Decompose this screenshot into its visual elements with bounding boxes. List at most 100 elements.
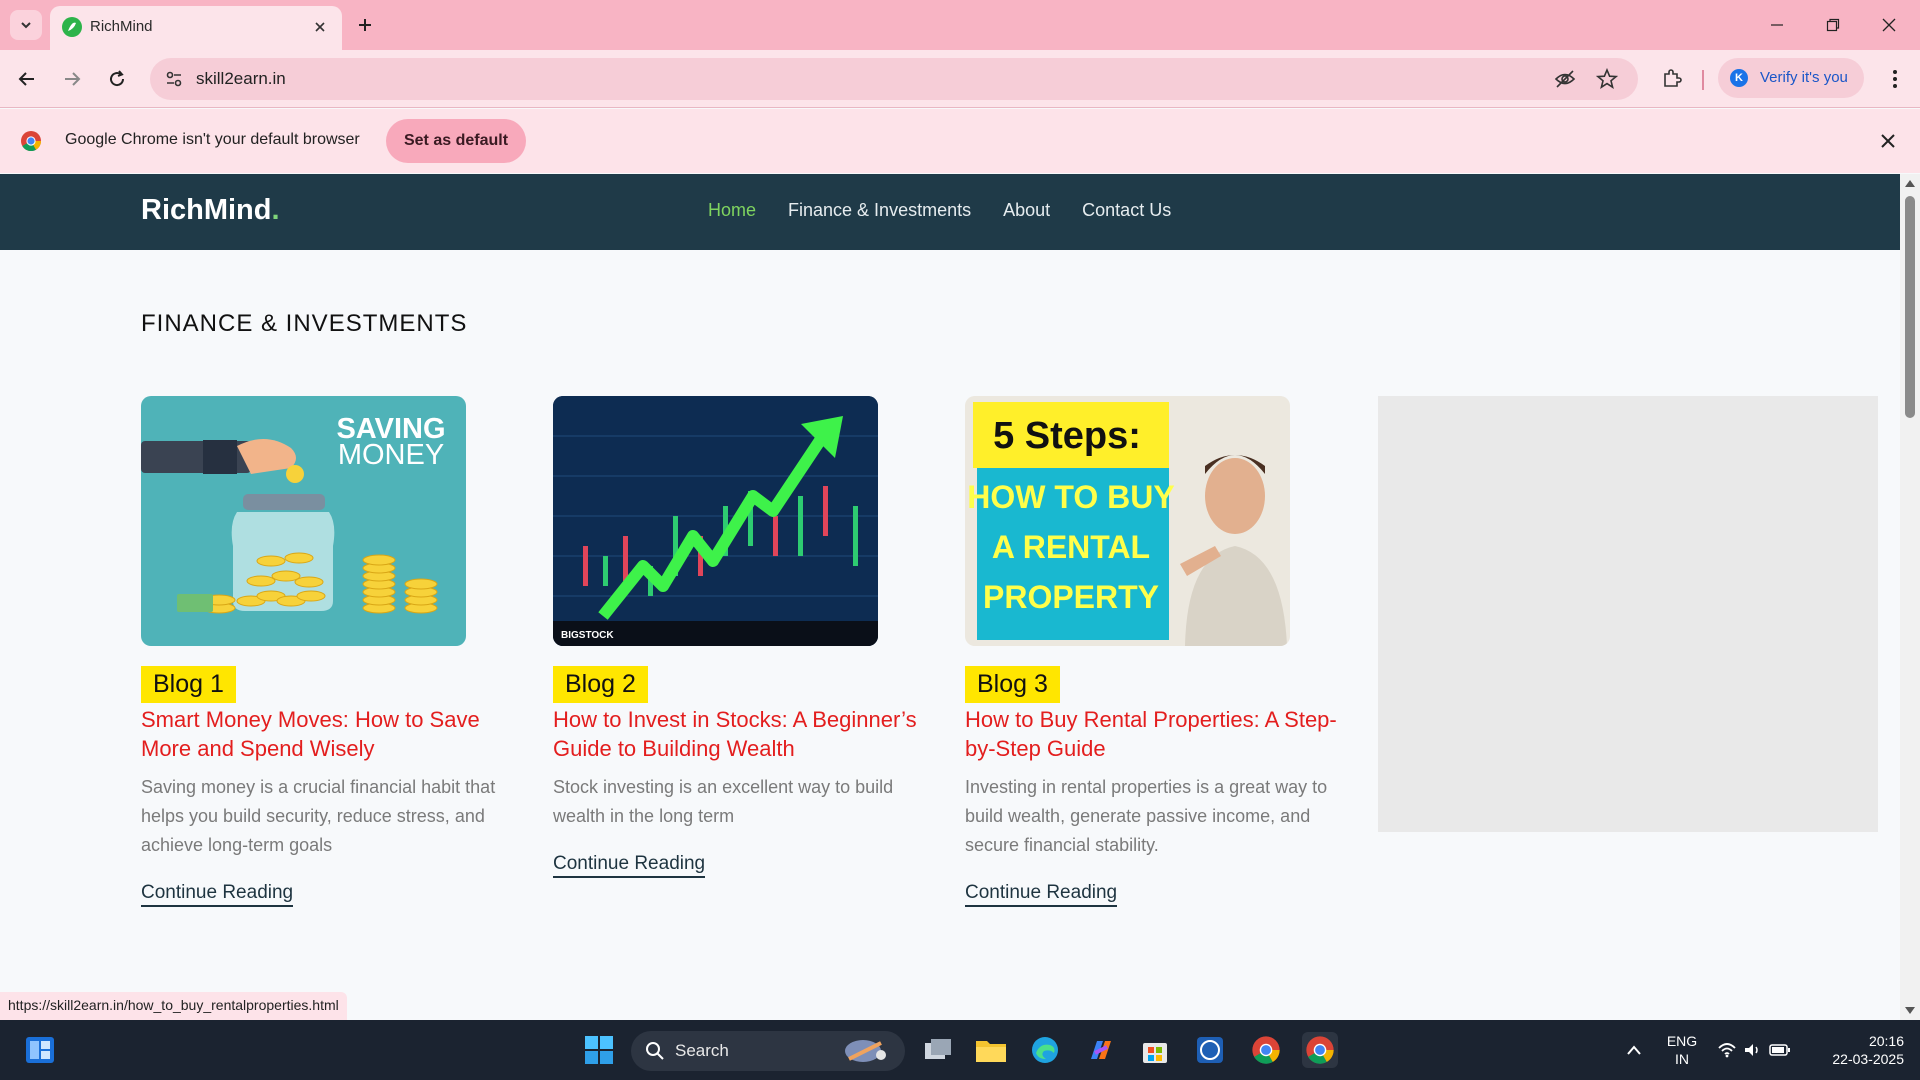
chrome-taskbar-icon[interactable] (1248, 1032, 1284, 1068)
site-nav-menu: Home Finance & Investments About Contact… (708, 200, 1171, 221)
brand-text: RichMind (141, 194, 272, 226)
arrow-right-icon (65, 72, 81, 86)
blog-excerpt: Stock investing is an excellent way to b… (553, 777, 894, 826)
section-title: FINANCE & INVESTMENTS (141, 310, 468, 337)
site-favicon-icon (62, 17, 82, 37)
browser-toolbar: skill2earn.in K Verify it's you (0, 50, 1920, 108)
clock[interactable]: 20:16 22-03-2025 (1808, 1032, 1904, 1068)
continue-reading-link[interactable]: Continue Reading (141, 882, 294, 907)
extensions-button[interactable] (1658, 65, 1686, 93)
clock-date: 22-03-2025 (1832, 1051, 1904, 1067)
page-viewport: RichMind. Home Finance & Investments Abo… (0, 174, 1900, 1020)
nav-link-about[interactable]: About (1003, 200, 1050, 221)
scroll-thumb[interactable] (1905, 196, 1915, 418)
continue-reading-link[interactable]: Continue Reading (553, 853, 706, 878)
blog-title[interactable]: How to Buy Rental Properties: A Step-by-… (965, 705, 1345, 763)
taskbar-search-box[interactable]: Search (631, 1031, 905, 1071)
blog-badge: Blog 1 (141, 666, 236, 703)
image-text: MONEY (338, 439, 444, 471)
search-icon (646, 1042, 664, 1060)
task-view-icon[interactable] (920, 1032, 956, 1068)
active-tab[interactable]: RichMind (50, 6, 342, 50)
blog-badge: Blog 3 (965, 666, 1060, 703)
edge-browser-icon[interactable] (1027, 1032, 1063, 1068)
infobar-message: Google Chrome isn't your default browser (65, 131, 360, 148)
blog-title[interactable]: How to Invest in Stocks: A Beginner’s Gu… (553, 705, 933, 763)
ad-placeholder (1378, 396, 1878, 832)
chrome-logo-icon (21, 131, 42, 152)
chevron-up-icon[interactable] (1616, 1032, 1652, 1068)
status-bubble: https://skill2earn.in/how_to_buy_rentalp… (0, 992, 347, 1020)
site-logo[interactable]: RichMind. (141, 194, 280, 227)
set-as-default-button[interactable]: Set as default (386, 119, 526, 163)
search-highlight-icon (845, 1040, 886, 1062)
blog-badge: Blog 2 (553, 666, 648, 703)
chrome-menu-button[interactable] (1880, 64, 1910, 94)
image-text: 5 Steps: (993, 415, 1141, 457)
profile-button[interactable]: K Verify it's you (1718, 58, 1864, 98)
blog-excerpt: Saving money is a crucial financial habi… (141, 777, 496, 855)
minimize-icon (1771, 24, 1783, 26)
chevron-down-icon (21, 22, 31, 29)
puzzle-icon (1664, 69, 1682, 87)
new-tab-button[interactable] (352, 12, 378, 38)
rental-property-illustration: 5 Steps: HOW TO BUY A RENTAL PROPERTY (965, 396, 1290, 646)
profile-label: Verify it's you (1760, 69, 1848, 86)
blog-thumbnail-rental[interactable]: 5 Steps: HOW TO BUY A RENTAL PROPERTY (965, 396, 1290, 646)
dell-icon[interactable] (1192, 1032, 1228, 1068)
stock-chart-illustration: BIGSTOCK (553, 396, 878, 646)
close-window-button[interactable] (1876, 12, 1902, 38)
clock-time: 20:16 (1868, 1033, 1904, 1049)
page-scrollbar[interactable] (1900, 174, 1920, 1020)
avatar: K (1730, 69, 1748, 87)
microsoft-store-icon[interactable] (1137, 1032, 1173, 1068)
chrome-profile-taskbar-icon[interactable] (1302, 1032, 1338, 1068)
reload-button[interactable] (102, 64, 132, 94)
nav-link-home[interactable]: Home (708, 200, 756, 221)
toolbar-divider (1702, 70, 1704, 90)
brand-dot: . (271, 194, 280, 226)
url-text[interactable]: skill2earn.in (196, 69, 286, 89)
widgets-icon[interactable] (22, 1032, 58, 1068)
windows-start-icon[interactable] (581, 1032, 617, 1068)
site-settings-icon[interactable] (164, 69, 184, 89)
forward-button[interactable] (57, 64, 87, 94)
scroll-down-arrow-icon[interactable] (1904, 1006, 1916, 1016)
language-indicator[interactable]: ENG IN (1660, 1032, 1704, 1068)
system-tray[interactable] (1714, 1032, 1794, 1068)
windows-taskbar: Search ENG IN 20:16 22-03-2025 (0, 1020, 1920, 1080)
blog-card: BIGSTOCK Blog 2 How to Invest in Stocks:… (553, 396, 933, 878)
tab-title: RichMind (90, 18, 153, 35)
blog-thumbnail-saving-money[interactable]: SAVING MONEY (141, 396, 466, 646)
eye-off-icon[interactable] (1554, 68, 1576, 90)
nav-link-finance[interactable]: Finance & Investments (788, 200, 971, 221)
scroll-up-arrow-icon[interactable] (1904, 178, 1916, 188)
minimize-button[interactable] (1764, 12, 1790, 38)
wifi-icon (1718, 1043, 1736, 1058)
restore-button[interactable] (1820, 12, 1846, 38)
continue-reading-link[interactable]: Continue Reading (965, 882, 1118, 907)
volume-icon (1745, 1044, 1758, 1056)
tab-close-icon[interactable] (310, 17, 330, 37)
language-line-1: ENG (1666, 1033, 1698, 1049)
blog-title[interactable]: Smart Money Moves: How to Save More and … (141, 705, 521, 763)
image-text: A RENTAL (992, 529, 1150, 565)
file-explorer-icon[interactable] (973, 1032, 1009, 1068)
nav-link-contact[interactable]: Contact Us (1082, 200, 1171, 221)
blog-thumbnail-stocks[interactable]: BIGSTOCK (553, 396, 878, 646)
close-icon (1882, 18, 1896, 32)
kebab-menu-icon (1893, 70, 1897, 88)
tab-search-button[interactable] (10, 10, 42, 40)
site-header: RichMind. Home Finance & Investments Abo… (0, 174, 1900, 250)
copilot-icon[interactable] (1082, 1032, 1118, 1068)
search-label: Search (675, 1041, 729, 1060)
bookmark-star-icon[interactable] (1596, 68, 1618, 90)
infobar-close-icon[interactable] (1876, 129, 1900, 153)
piggy-jar-illustration: SAVING MONEY (141, 413, 446, 614)
reload-icon (110, 70, 125, 87)
blog-excerpt: Investing in rental properties is a grea… (965, 777, 1328, 855)
back-button[interactable] (12, 64, 42, 94)
language-line-2: IN (1675, 1051, 1689, 1067)
address-bar[interactable]: skill2earn.in (150, 58, 1638, 100)
image-text: PROPERTY (983, 579, 1159, 615)
